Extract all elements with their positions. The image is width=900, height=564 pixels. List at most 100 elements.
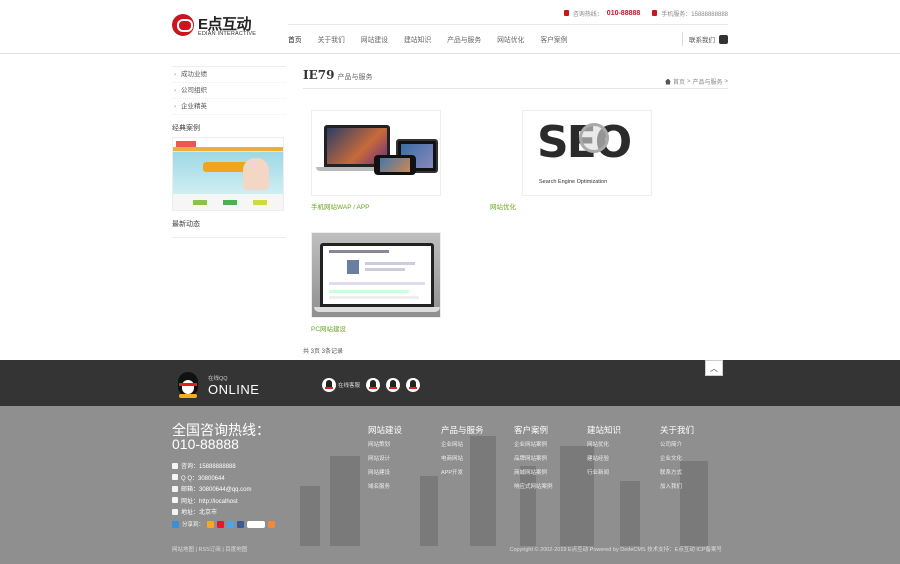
qq-icon [322, 378, 336, 392]
footer-link[interactable]: 企业网站 [441, 440, 511, 454]
footer-column-title[interactable]: 建站知识 [587, 424, 657, 440]
footer-link[interactable]: 网站策划 [368, 440, 438, 454]
online-small-label: 在线QQ [208, 376, 228, 382]
user-icon [172, 462, 178, 469]
product-label-pc[interactable]: PC网站建设 [311, 323, 441, 333]
footer-link[interactable]: 建站经验 [587, 454, 657, 468]
footer-contact-list: 咨询：15888888888 Q Q：30800644 邮箱：30800644@… [172, 460, 251, 518]
footer-link[interactable]: 域名服务 [368, 482, 438, 496]
nav-item-products[interactable]: 产品与服务 [447, 34, 481, 44]
footer-link[interactable]: 行业新闻 [587, 468, 657, 482]
mobile-icon [652, 10, 658, 16]
qq-contact-item[interactable] [366, 378, 381, 392]
footer-bottom-links[interactable]: 网站地图 | RSS订阅 | 百度地图 [172, 545, 247, 553]
footer-link[interactable]: 公司简介 [660, 440, 730, 454]
qq-contact-item[interactable]: 在线客服 [322, 378, 360, 392]
nav-contact-link[interactable]: 联系我们 [682, 32, 728, 46]
footer-contact-line: 咨询：15888888888 [172, 460, 251, 472]
main-content: IE79产品与服务 首页 > 产品与服务 > 手机网站WAP / APP SEO… [303, 66, 728, 356]
chevron-up-icon: ︿ [710, 363, 718, 373]
qq-contact-item[interactable] [406, 378, 421, 392]
sidebar-item-elite[interactable]: 企业精英 [172, 99, 286, 115]
page-title-main: IE79 [303, 68, 335, 82]
footer-link[interactable]: 商城网站案例 [514, 468, 584, 482]
product-image-pc[interactable] [311, 232, 441, 318]
footer-copyright: Copyright © 2002-2019 E点互动 Powered by De… [509, 547, 722, 553]
back-to-top-button[interactable]: ︿ [705, 360, 723, 376]
nav-item-knowledge[interactable]: 建站知识 [404, 34, 431, 44]
share-label: 分享到： [182, 522, 205, 528]
contact-text: 邮箱：30800644@qq.com [181, 487, 252, 494]
footer-contact-line: 网址：http://localhost [172, 495, 251, 507]
link-icon [172, 497, 178, 504]
footer-column-title[interactable]: 客户案例 [514, 424, 584, 440]
footer-link[interactable]: 企业网站案例 [514, 440, 584, 454]
qq-contact-label: 在线客服 [338, 383, 361, 389]
case-thumbnail[interactable] [172, 137, 284, 211]
sidebar-item-achievements[interactable]: 成功业绩 [172, 67, 286, 83]
phone-icon [563, 10, 569, 16]
nav-item-web-build[interactable]: 网站建设 [361, 34, 388, 44]
logo-subtext: EDIAN INTERACTIVE [198, 31, 257, 37]
footer-column-title[interactable]: 关于我们 [660, 424, 730, 440]
footer-column-title[interactable]: 产品与服务 [441, 424, 511, 440]
footer-link[interactable]: 联系方式 [660, 468, 730, 482]
contact-text: 咨询：15888888888 [181, 464, 236, 471]
footer-link[interactable]: APP开发 [441, 468, 511, 482]
site-logo[interactable]: E点互动 EDIAN INTERACTIVE [172, 12, 262, 42]
page-title-sub: 产品与服务 [337, 74, 373, 81]
breadcrumb-sep: > [686, 78, 691, 85]
tencent-weibo-icon[interactable] [227, 520, 235, 528]
nav-item-cases[interactable]: 客户案例 [540, 34, 567, 44]
qq-icon [366, 378, 381, 392]
location-icon [172, 508, 178, 515]
hotline-label: 咨询热线： [572, 11, 603, 18]
online-label: ONLINE [208, 382, 260, 397]
site-footer: 全国咨询热线： 010-88888 咨询：15888888888 Q Q：308… [0, 406, 900, 564]
qq-icon [406, 378, 421, 392]
share-plus-icon[interactable] [172, 520, 179, 528]
qq-penguin-icon [176, 368, 200, 398]
rss-icon[interactable] [268, 520, 276, 528]
page-title: IE79 产品与服务 [303, 68, 372, 82]
footer-link[interactable]: 响应式网站案例 [514, 482, 584, 496]
sidebar-item-organization[interactable]: 公司组织 [172, 83, 286, 99]
nav-item-seo[interactable]: 网站优化 [497, 34, 524, 44]
qzone-icon[interactable] [207, 520, 215, 528]
breadcrumb-home[interactable]: 首页 [673, 77, 685, 86]
footer-column-web-build: 网站建设 网站策划 网站设计 网站建设 域名服务 [368, 424, 438, 496]
product-card-pc[interactable]: PC网站建设 [311, 232, 441, 333]
footer-link[interactable]: 网站设计 [368, 454, 438, 468]
footer-column-title[interactable]: 网站建设 [368, 424, 438, 440]
footer-link[interactable]: 加入我们 [660, 482, 730, 496]
footer-link[interactable]: 电商网站 [441, 454, 511, 468]
footer-link[interactable]: 网站建设 [368, 468, 438, 482]
footer-column-cases: 客户案例 企业网站案例 品牌网站案例 商城网站案例 响应式网站案例 [514, 424, 584, 496]
product-image-seo[interactable]: SEO Search Engine Optimization [522, 110, 652, 196]
breadcrumb-current[interactable]: 产品与服务 [692, 77, 722, 86]
renren-icon[interactable] [237, 520, 245, 528]
nav-item-about[interactable]: 关于我们 [318, 34, 345, 44]
qq-contact-list: 在线客服 [322, 378, 421, 392]
mobile-service: 手机服务：15888888888 [661, 11, 728, 18]
footer-contact-line: 邮箱：30800644@qq.com [172, 483, 251, 495]
weibo-icon[interactable] [217, 520, 225, 528]
main-nav: 首页 关于我们 网站建设 建站知识 产品与服务 网站优化 客户案例 联系我们 [288, 24, 728, 52]
nav-item-home[interactable]: 首页 [288, 34, 302, 44]
pagination-info: 共 3页 3条记录 [303, 349, 344, 355]
mail-icon [172, 485, 178, 492]
product-card-mobile[interactable]: 手机网站WAP / APP [311, 110, 441, 211]
qq-contact-item[interactable] [386, 378, 401, 392]
seo-image-caption: Search Engine Optimization [539, 179, 608, 185]
footer-link[interactable]: 网站优化 [587, 440, 657, 454]
magnifier-icon [579, 123, 609, 153]
product-label-mobile[interactable]: 手机网站WAP / APP [311, 201, 441, 211]
product-label-seo[interactable]: 网站优化 [490, 201, 652, 211]
footer-link[interactable]: 品牌网站案例 [514, 454, 584, 468]
sidebar: 成功业绩 公司组织 企业精英 经典案例 最新动态 [172, 66, 286, 238]
product-image-mobile[interactable] [311, 110, 441, 196]
footer-link[interactable]: 企业文化 [660, 454, 730, 468]
site-header: E点互动 EDIAN INTERACTIVE 咨询热线： 010-88888 手… [0, 0, 900, 54]
product-card-seo[interactable]: SEO Search Engine Optimization 网站优化 [490, 110, 652, 211]
footer-column-knowledge: 建站知识 网站优化 建站经验 行业新闻 [587, 424, 657, 482]
